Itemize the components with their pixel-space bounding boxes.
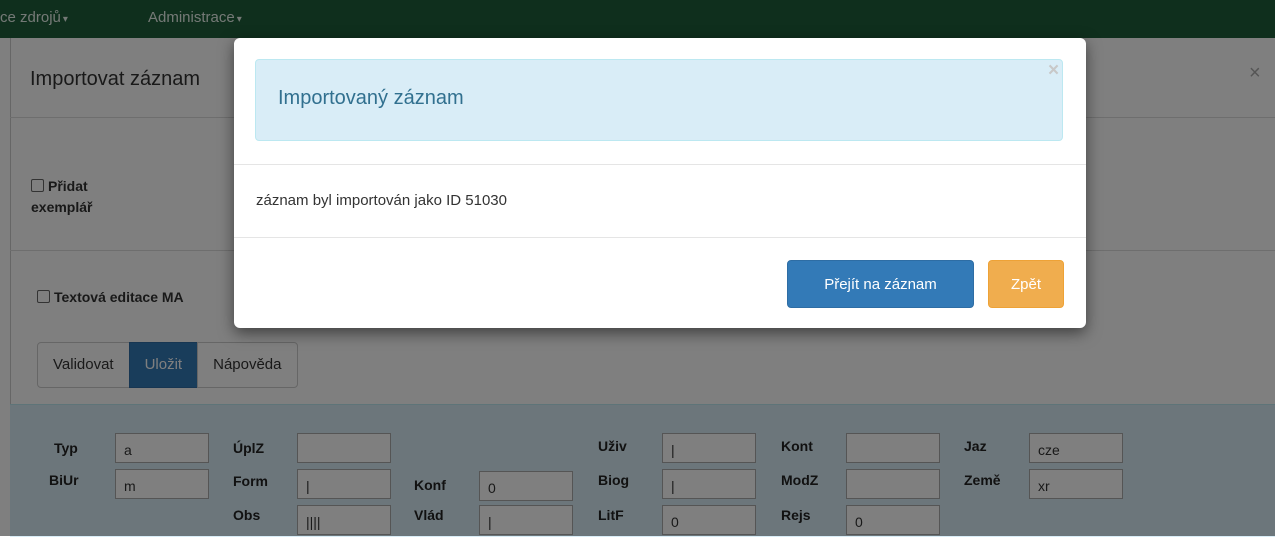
go-to-record-button[interactable]: Přejít na záznam [787, 260, 974, 308]
imported-record-modal: Importovaný záznam × záznam byl importov… [234, 38, 1086, 328]
modal-footer: Přejít na záznam Zpět [234, 237, 1086, 329]
modal-title: Importovaný záznam [278, 87, 464, 109]
modal-message: záznam byl importován jako ID 51030 [256, 192, 507, 209]
back-button[interactable]: Zpět [988, 260, 1064, 308]
modal-header: Importovaný záznam × [234, 38, 1086, 165]
close-icon[interactable]: × [1048, 60, 1059, 82]
modal-title-alert: Importovaný záznam [255, 59, 1063, 141]
